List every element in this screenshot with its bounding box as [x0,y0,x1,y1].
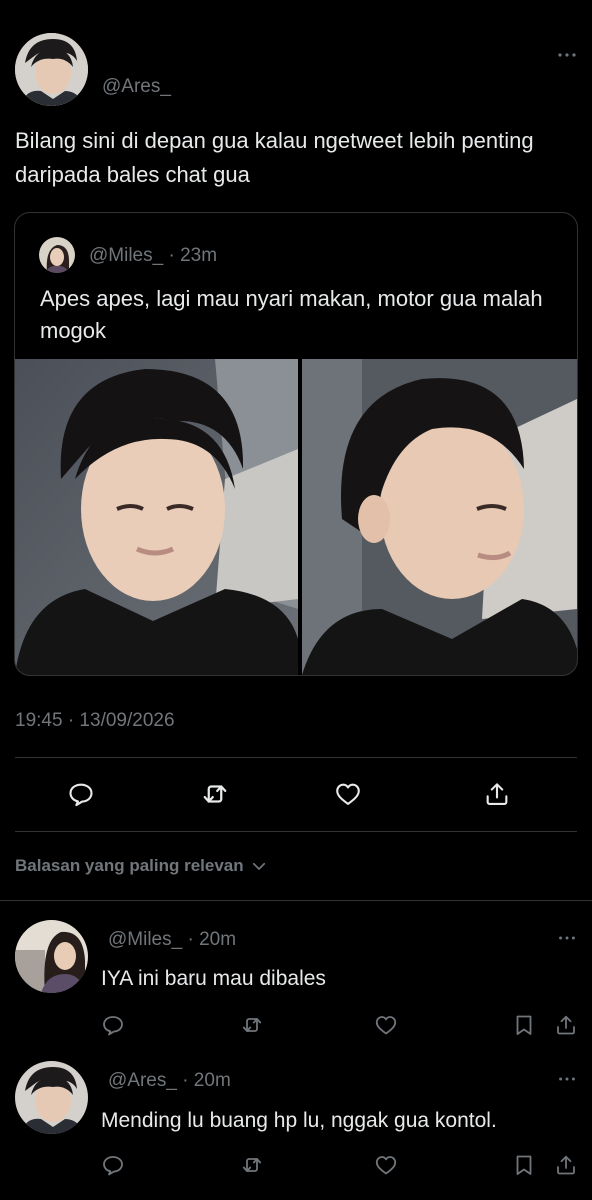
divider [0,900,592,901]
reply-text: Mending lu buang hp lu, nggak gua kontol… [101,1109,497,1132]
divider [15,757,577,758]
replies-sort-label: Balasan yang paling relevan [15,856,244,875]
more-options-icon[interactable] [556,1068,578,1090]
retweet-icon [240,1153,264,1177]
quoted-photo-2[interactable] [302,359,577,675]
bookmark-button[interactable] [509,1150,539,1180]
tweet-text: Bilang sini di depan gua kalau ngetweet … [15,128,534,187]
reply-handle[interactable]: @Miles_ [108,929,182,950]
reply-button[interactable] [63,776,99,812]
author-handle[interactable]: @Ares_ [102,76,171,98]
chevron-down-icon [250,857,268,875]
like-button[interactable] [371,1150,401,1180]
retweet-button[interactable] [197,776,233,812]
more-options-icon[interactable] [556,927,578,949]
reply-time: · 20m [187,929,237,950]
reply-button[interactable] [98,1150,128,1180]
avatar-miles[interactable] [15,920,88,993]
retweet-icon [200,779,230,809]
like-button[interactable] [371,1010,401,1040]
share-icon [483,780,511,808]
reply-text: IYA ini baru mau dibales [101,967,326,990]
bookmark-icon [512,1153,536,1177]
reply-handle[interactable]: @Ares_ [108,1070,177,1091]
reply-icon [67,780,95,808]
retweet-icon [240,1013,264,1037]
reply-icon [101,1153,125,1177]
quoted-time: · 23m [168,245,218,266]
reply-time: · 20m [182,1070,231,1091]
like-button[interactable] [330,776,366,812]
share-button[interactable] [551,1150,581,1180]
reply-icon [101,1013,125,1037]
avatar-ares[interactable] [15,1061,88,1134]
like-icon [334,780,362,808]
quoted-photo-1[interactable] [15,359,298,675]
divider [15,831,577,832]
quoted-text: Apes apes, lagi mau nyari makan, motor g… [40,286,543,343]
tweet-timestamp[interactable]: 19:45 · 13/09/2026 [15,710,175,732]
quoted-handle[interactable]: @Miles_ [89,245,163,266]
share-icon [554,1153,578,1177]
avatar-ares[interactable] [15,33,88,106]
more-options-icon[interactable] [555,43,579,67]
share-button[interactable] [479,776,515,812]
like-icon [374,1013,398,1037]
retweet-button[interactable] [237,1150,267,1180]
replies-sort-dropdown[interactable]: Balasan yang paling relevan [15,856,268,876]
share-icon [554,1013,578,1037]
bookmark-icon [512,1013,536,1037]
reply-button[interactable] [98,1010,128,1040]
avatar-miles-small [39,237,75,273]
like-icon [374,1153,398,1177]
retweet-button[interactable] [237,1010,267,1040]
quoted-tweet-card[interactable]: @Miles_ · 23m Apes apes, lagi mau nyari … [14,212,578,676]
bookmark-button[interactable] [509,1010,539,1040]
share-button[interactable] [551,1010,581,1040]
